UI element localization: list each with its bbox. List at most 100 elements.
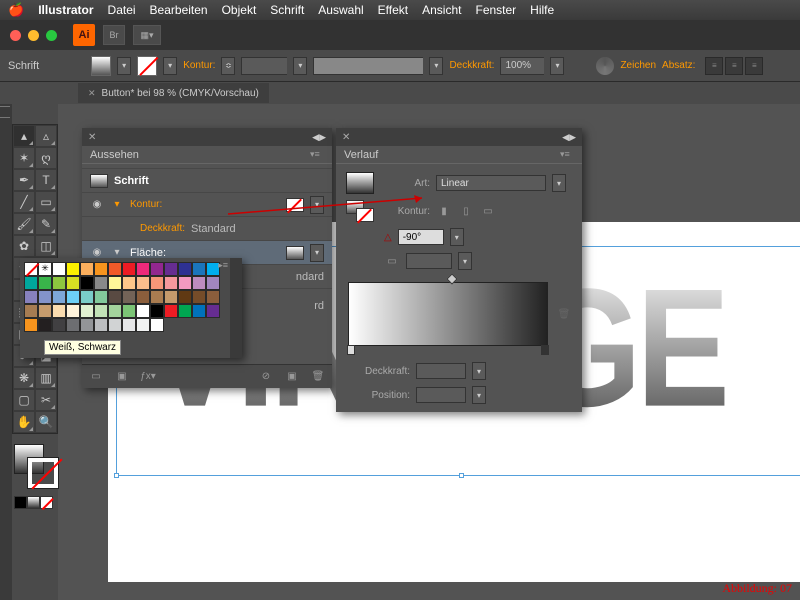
line-tool[interactable]: ╱ [13,191,35,213]
swatch-cell[interactable] [24,304,38,318]
stroke-dropdown[interactable]: ▾ [163,57,177,75]
blob-tool[interactable]: ✿ [13,235,35,257]
absatz-link[interactable]: Absatz: [662,60,695,71]
new-item-button[interactable]: ▣ [284,370,300,384]
swatch-cell[interactable] [122,304,136,318]
menu-auswahl[interactable]: Auswahl [318,3,363,17]
arrange-docs-button[interactable]: ▦▾ [133,25,161,45]
appearance-row-deckkraft1[interactable]: Deckkraft: Standard [82,216,332,240]
stop-opacity-dd[interactable]: ▾ [472,362,486,380]
panel-menu-icon[interactable]: ▾≡ [560,149,574,160]
rectangle-tool[interactable]: ▭ [35,191,57,213]
zoom-window-button[interactable] [46,30,57,41]
swatch-cell[interactable] [136,276,150,290]
swatch-cell[interactable] [24,318,38,332]
pen-tool[interactable]: ✒ [13,169,35,191]
slice-tool[interactable]: ✂ [35,389,57,411]
kontur-label[interactable]: Kontur: [183,60,215,71]
flaeche-row-dd[interactable]: ▾ [310,244,324,262]
kontur-value[interactable] [241,57,287,75]
swatch-cell[interactable] [178,262,192,276]
close-icon[interactable]: ✕ [342,132,350,143]
lasso-tool[interactable]: ღ [35,147,57,169]
swatch-cell[interactable] [66,318,80,332]
clear-button[interactable]: ⊘ [258,370,274,384]
swatch-cell[interactable] [164,262,178,276]
swatch-cell[interactable] [66,262,80,276]
swatch-cell[interactable] [52,304,66,318]
type-tool[interactable]: T [35,169,57,191]
swatch-cell[interactable] [108,276,122,290]
menu-datei[interactable]: Datei [108,3,136,17]
swatch-cell[interactable] [164,304,178,318]
minimize-window-button[interactable] [28,30,39,41]
kontur-row-dd[interactable]: ▾ [310,196,324,214]
deckkraft-dd[interactable]: ▾ [550,57,564,75]
menu-ansicht[interactable]: Ansicht [422,3,461,17]
selection-tool[interactable]: ▴ [13,125,35,147]
color-gradient-mode[interactable] [27,496,40,509]
aspect-input[interactable] [406,253,452,269]
swatch-cell[interactable] [108,304,122,318]
menu-effekt[interactable]: Effekt [378,3,408,17]
stroke-grad-mode2[interactable]: ▯ [458,204,474,218]
swatch-cell[interactable] [136,262,150,276]
gradient-panel-header[interactable]: ✕ ◀▶ [336,128,582,146]
swatch-cell[interactable] [94,318,108,332]
visibility-icon[interactable]: ◉ [90,199,104,210]
gradient-fill-stroke-toggle[interactable] [346,200,374,222]
swatch-menu-icon[interactable]: ▸≡ [218,260,228,271]
gradient-bar[interactable] [348,282,548,346]
swatch-cell[interactable] [66,290,80,304]
swatch-cell[interactable] [24,262,38,276]
new-art-button[interactable]: ▭ [88,370,104,384]
swatch-cell[interactable] [66,276,80,290]
magic-wand-tool[interactable]: ✶ [13,147,35,169]
deckkraft-value[interactable]: 100% [500,57,544,75]
swatch-cell[interactable] [122,290,136,304]
swatch-cell[interactable] [206,290,220,304]
menu-schrift[interactable]: Schrift [270,3,304,17]
swatch-cell[interactable] [178,304,192,318]
fill-swatch[interactable] [91,56,111,76]
artboard-tool[interactable]: ▢ [13,389,35,411]
gradient-panel[interactable]: ✕ ◀▶ Verlauf ▾≡ Art: Linear▾ Kontur: ▮ ▯… [336,128,582,412]
close-tab-icon[interactable]: ✕ [88,88,96,99]
swatch-cell[interactable] [150,290,164,304]
stroke-grad-mode3[interactable]: ▭ [480,204,496,218]
swatch-cell[interactable] [164,276,178,290]
align-left-button[interactable]: ≡ [705,57,723,75]
recolor-icon[interactable] [596,57,614,75]
swatch-cell[interactable] [52,318,66,332]
swatch-cell[interactable] [122,318,136,332]
swatch-cell[interactable] [52,290,66,304]
swatch-cell[interactable] [206,276,220,290]
swatch-cell[interactable] [94,290,108,304]
expand-icon[interactable]: ▾ [110,199,124,210]
flaeche-row-swatch[interactable] [286,246,304,260]
kontur-row-label[interactable]: Kontur: [130,199,162,210]
swatch-cell[interactable] [38,304,52,318]
pencil-tool[interactable]: ✎ [35,213,57,235]
swatch-cell[interactable] [52,276,66,290]
zeichen-link[interactable]: Zeichen [620,60,656,71]
swatch-cell[interactable] [108,262,122,276]
swatch-cell[interactable] [24,290,38,304]
menu-fenster[interactable]: Fenster [475,3,516,17]
apple-icon[interactable]: 🍎 [8,2,24,18]
toolbox-collapse-strip[interactable] [0,104,12,600]
symbol-sprayer-tool[interactable]: ❋ [13,367,35,389]
swatch-scrollbar[interactable] [230,258,242,358]
swatch-cell[interactable] [192,262,206,276]
swatch-cell[interactable] [192,276,206,290]
menu-hilfe[interactable]: Hilfe [530,3,554,17]
swatch-cell[interactable] [192,290,206,304]
swatch-cell[interactable] [150,276,164,290]
stop-position-input[interactable] [416,387,466,403]
graph-tool[interactable]: ▥ [35,367,57,389]
fill-stroke-indicator[interactable] [14,444,56,486]
appearance-row-kontur[interactable]: ◉ ▾ Kontur: ▾ [82,192,332,216]
fill-dropdown[interactable]: ▾ [117,57,131,75]
swatch-picker-popup[interactable]: ✳ ▸≡ Weiß, Schwarz [20,258,242,358]
swatch-cell[interactable] [108,318,122,332]
